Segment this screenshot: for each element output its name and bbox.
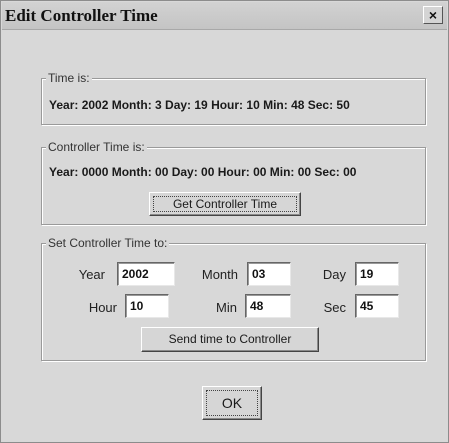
send-time-label: Send time to Controller <box>168 332 292 346</box>
focus-rectangle <box>206 390 258 416</box>
sec-field[interactable] <box>355 294 399 318</box>
min-label: Min <box>216 300 237 315</box>
current-time-text: Year: 2002 Month: 3 Day: 19 Hour: 10 Min… <box>49 98 350 112</box>
sec-label: Sec <box>323 300 346 315</box>
edit-controller-time-dialog: Edit Controller Time × Time is: Year: 20… <box>0 0 449 443</box>
ok-button[interactable]: OK <box>202 386 262 420</box>
hour-label: Hour <box>88 300 117 315</box>
year-field[interactable] <box>117 262 175 286</box>
month-field[interactable] <box>247 262 291 286</box>
month-label: Month <box>201 267 238 282</box>
set-controller-time-legend: Set Controller Time to: <box>46 236 170 250</box>
controller-time-legend: Controller Time is: <box>46 140 147 154</box>
day-field[interactable] <box>355 262 399 286</box>
focus-rectangle <box>153 196 297 212</box>
close-button[interactable]: × <box>423 6 443 24</box>
send-time-button[interactable]: Send time to Controller <box>141 327 319 352</box>
time-is-legend: Time is: <box>46 71 92 85</box>
get-controller-time-button[interactable]: Get Controller Time <box>149 192 301 216</box>
title-bar[interactable]: Edit Controller Time × <box>2 2 447 30</box>
controller-time-text: Year: 0000 Month: 00 Day: 00 Hour: 00 Mi… <box>49 165 357 179</box>
window-title: Edit Controller Time <box>5 6 158 25</box>
min-field[interactable] <box>245 294 291 318</box>
hour-field[interactable] <box>125 294 169 318</box>
year-label: Year <box>78 267 105 282</box>
day-label: Day <box>322 267 346 282</box>
